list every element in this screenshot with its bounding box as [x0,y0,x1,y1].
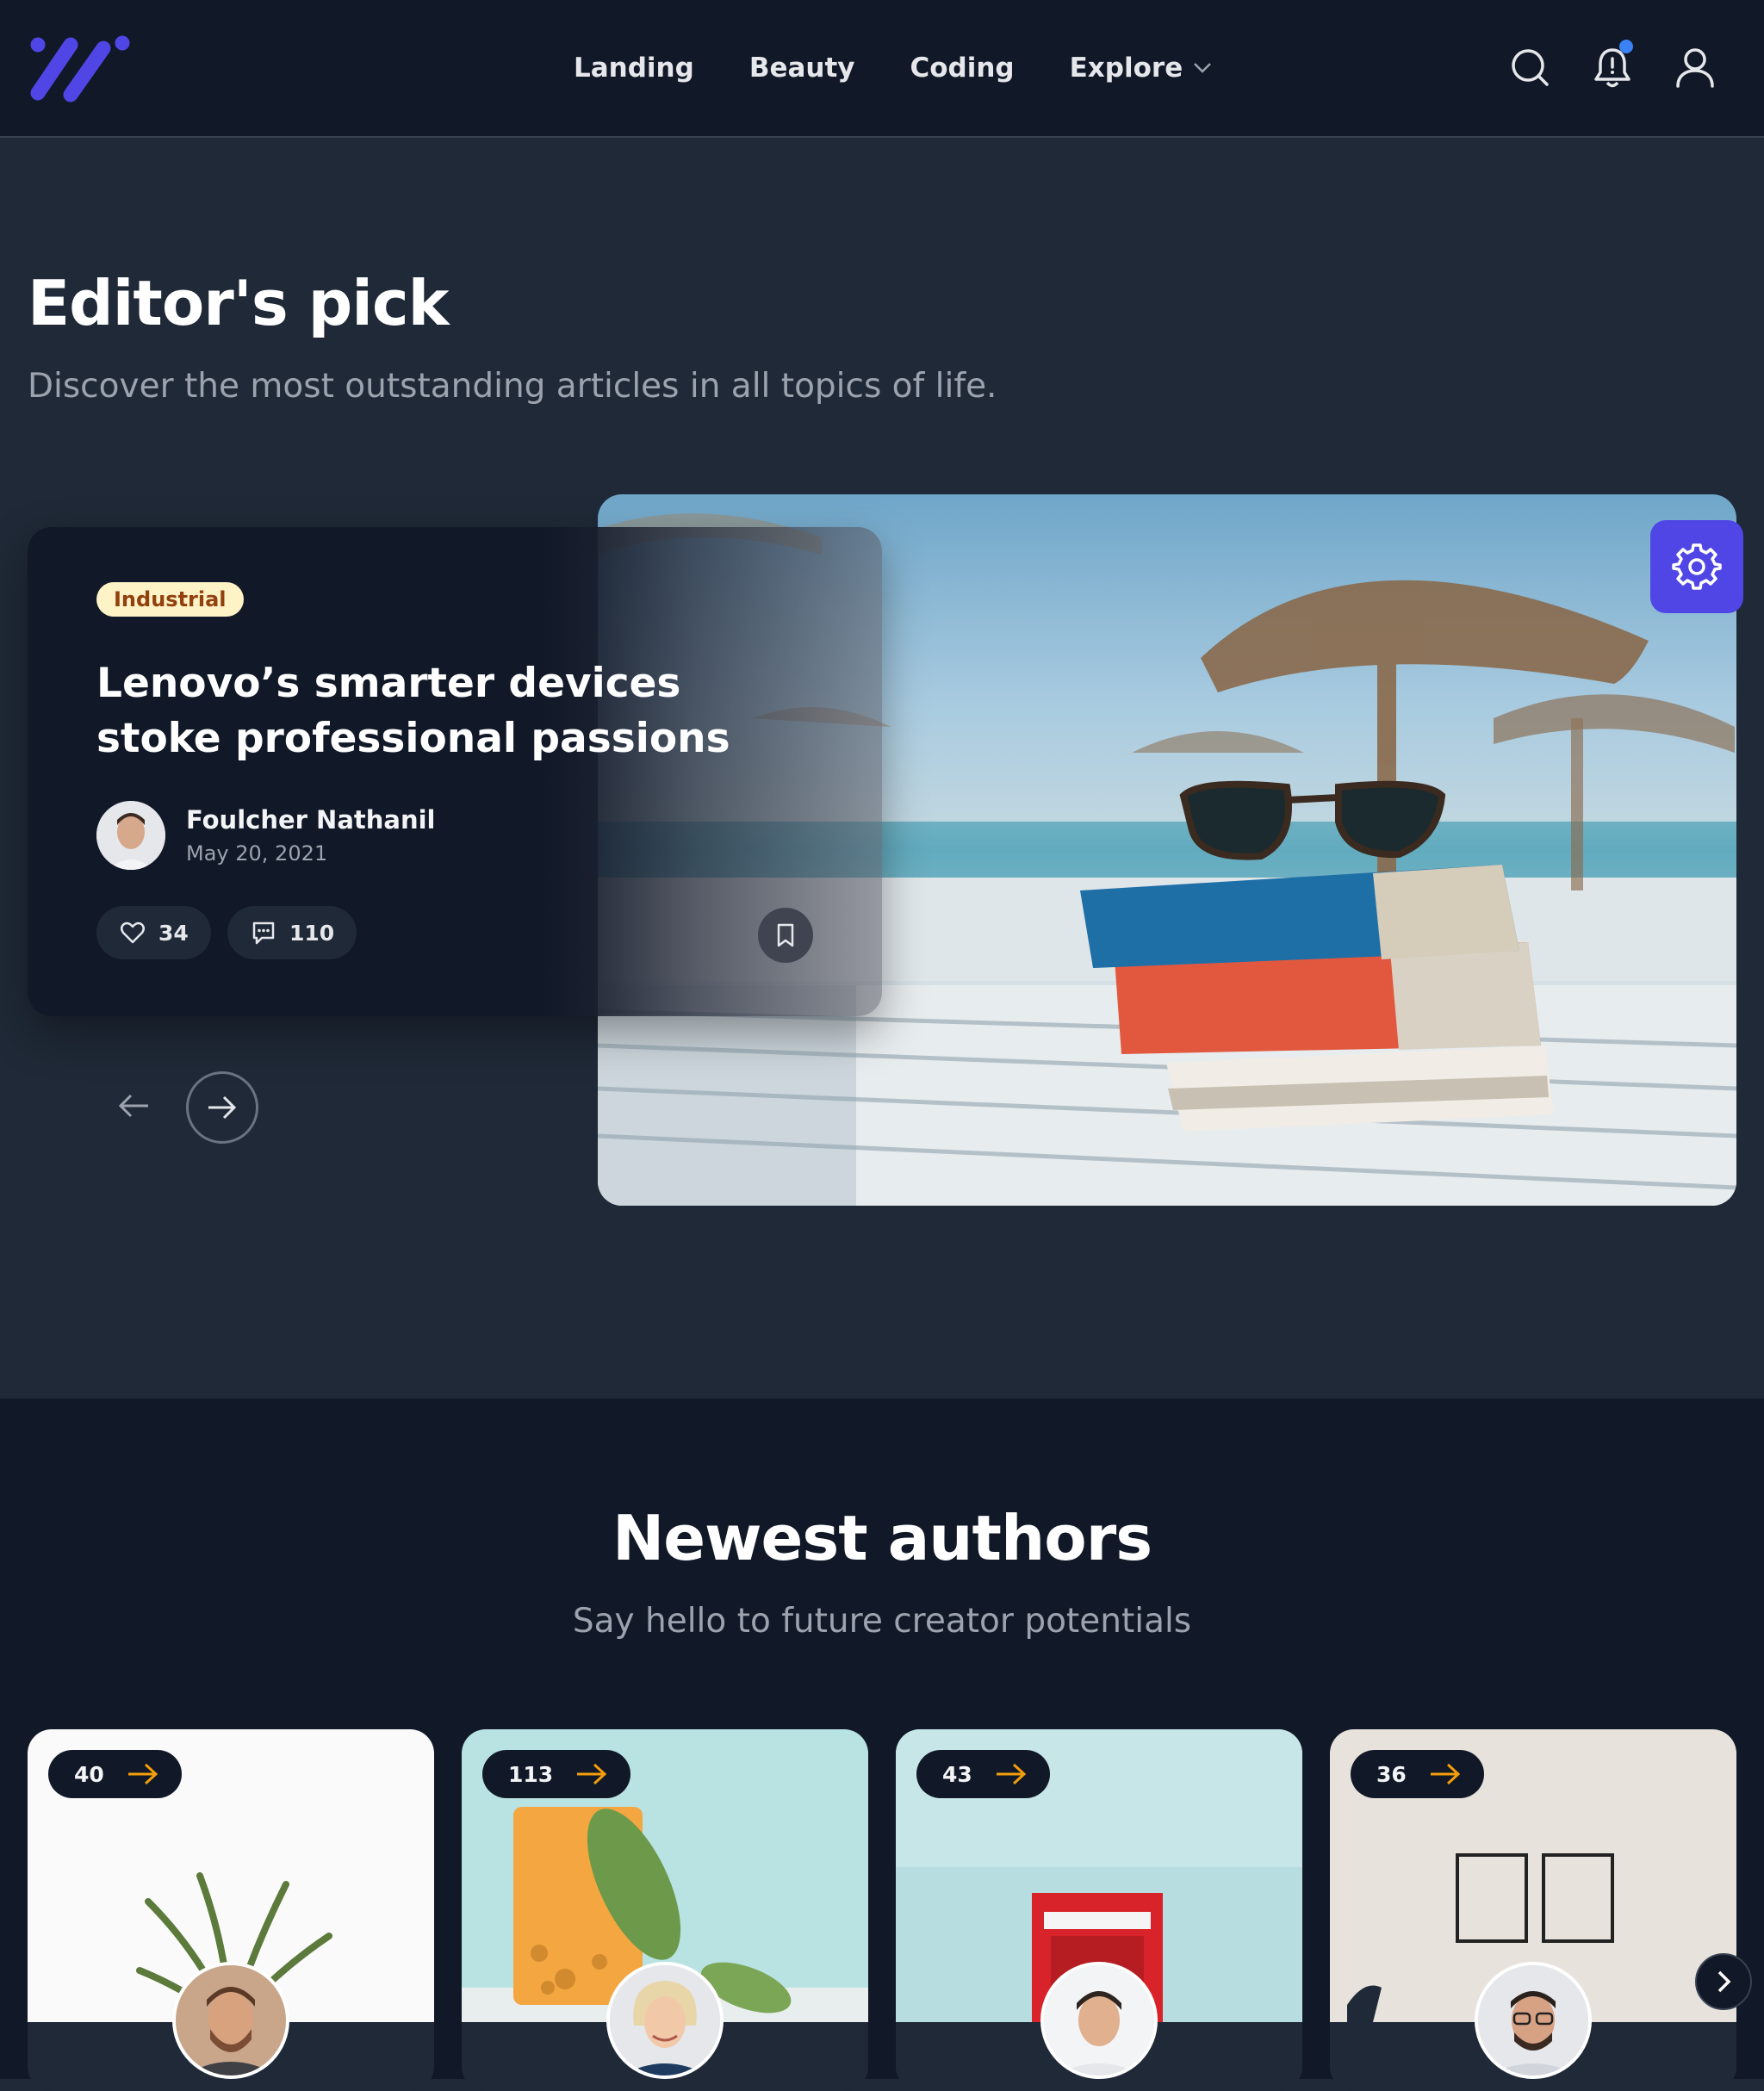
article-date: May 20, 2021 [186,841,328,866]
bookmark-icon [777,923,794,947]
comment-icon [252,921,275,945]
comment-count: 110 [289,920,335,946]
post-count-badge: 113 [482,1750,631,1798]
post-count: 40 [74,1761,104,1787]
comment-button[interactable]: 110 [227,906,357,959]
arrow-right-icon [127,1763,158,1785]
post-count-badge: 36 [1351,1750,1484,1798]
avatar [96,801,165,870]
like-button[interactable]: 34 [96,906,211,959]
post-count-badge: 43 [916,1750,1050,1798]
user-icon[interactable] [1671,43,1719,91]
search-icon[interactable] [1506,43,1554,91]
next-slide-button[interactable] [186,1071,258,1144]
heart-icon [121,921,145,944]
nav-explore[interactable]: Explore [1070,47,1213,90]
settings-button[interactable] [1650,520,1743,613]
avatar [172,1962,289,2079]
arrow-right-icon [996,1763,1027,1785]
section-title: Editor's pick [28,267,450,339]
authors-next-button[interactable] [1695,1953,1752,2010]
post-count: 113 [508,1761,554,1787]
nav-beauty[interactable]: Beauty [749,47,855,90]
featured-article-card: Industrial Lenovo’s smarter devices stok… [28,527,882,1016]
article-author[interactable]: Foulcher Nathanil May 20, 2021 [96,801,436,870]
logo-icon[interactable] [26,33,131,105]
top-navbar: Landing Beauty Coding Explore [0,0,1764,138]
section-subtitle: Discover the most outstanding articles i… [28,367,997,406]
notification-dot [1619,40,1633,53]
arrow-left-icon [118,1094,148,1118]
author-card[interactable]: 113 [462,1729,868,2091]
avatar [606,1962,724,2079]
nav-explore-label: Explore [1069,53,1183,84]
avatar [1040,1962,1158,2079]
main-nav: Landing Beauty Coding Explore [574,47,1212,90]
category-badge[interactable]: Industrial [96,582,244,617]
avatar [1475,1962,1592,2079]
arrow-right-icon [577,1763,607,1785]
arrow-right-icon [1430,1763,1461,1785]
bell-icon[interactable] [1588,40,1637,91]
prev-slide-button[interactable] [110,1082,158,1130]
gear-icon [1672,543,1722,590]
post-count: 36 [1376,1761,1407,1787]
nav-coding[interactable]: Coding [910,47,1015,90]
arrow-right-icon [208,1095,237,1120]
author-name: Foulcher Nathanil [186,805,436,835]
post-count-badge: 40 [48,1750,182,1798]
chevron-down-icon [1194,63,1212,73]
author-card[interactable]: 43 [896,1729,1302,2091]
section-subtitle: Say hello to future creator potentials [572,1602,1192,1641]
like-count: 34 [158,920,189,946]
author-card[interactable]: 36 [1330,1729,1736,2091]
chevron-right-icon [1717,1970,1731,1993]
nav-coding-label: Coding [910,53,1015,84]
nav-landing[interactable]: Landing [574,47,694,90]
section-title: Newest authors [612,1502,1152,1574]
author-card[interactable]: 40 [28,1729,434,2091]
nav-beauty-label: Beauty [748,53,855,84]
nav-landing-label: Landing [574,53,694,84]
article-title[interactable]: Lenovo’s smarter devices stoke professio… [96,656,803,766]
bookmark-button[interactable] [758,908,813,963]
post-count: 43 [942,1761,972,1787]
